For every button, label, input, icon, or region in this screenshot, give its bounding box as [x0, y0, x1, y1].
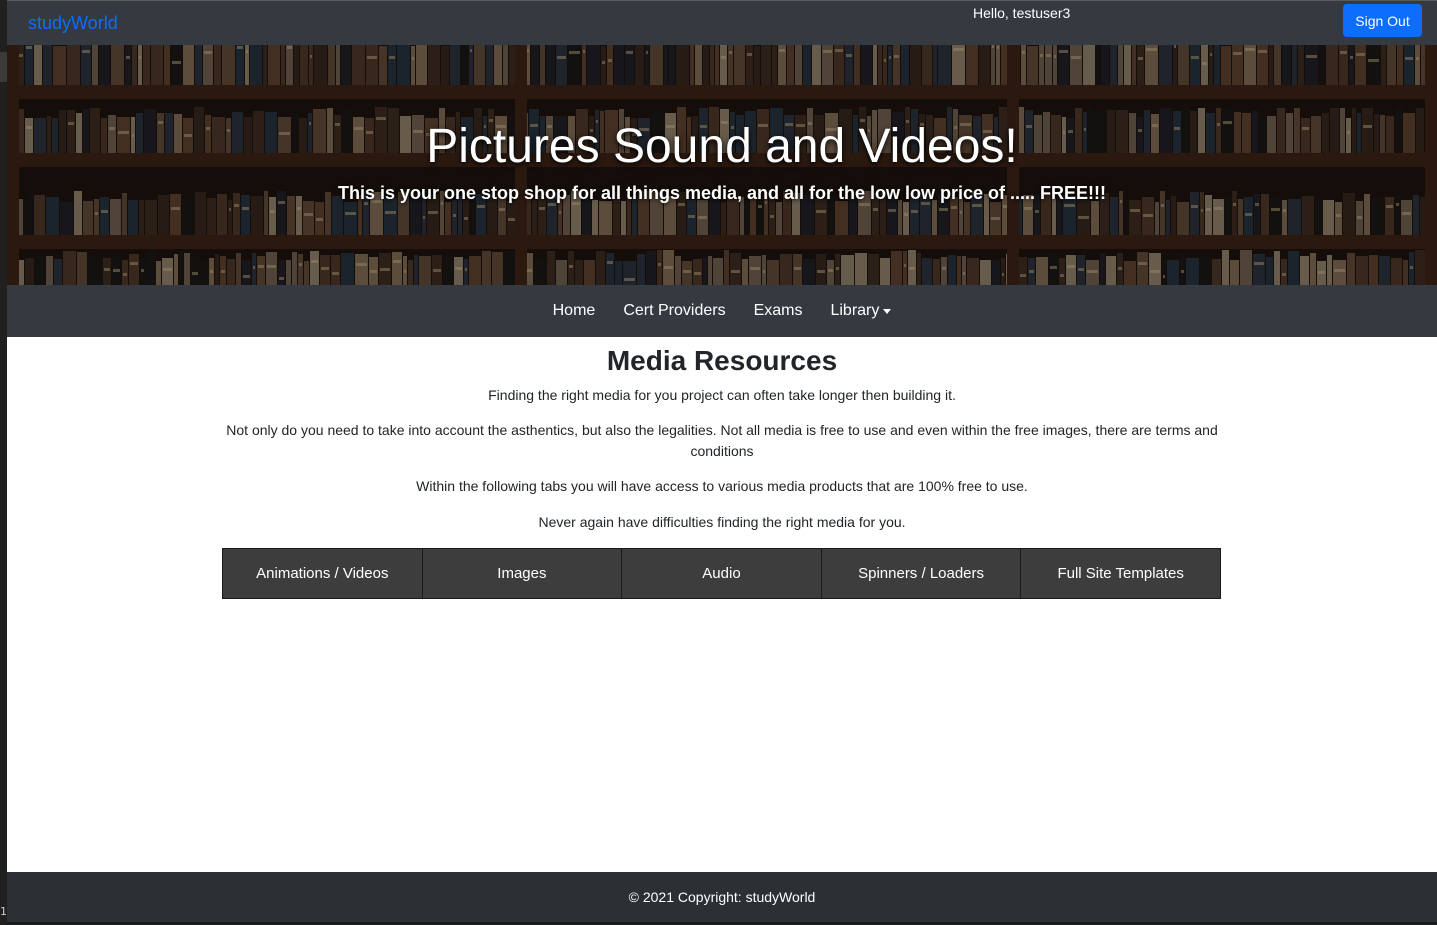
nav-exams[interactable]: Exams	[740, 302, 817, 320]
brand-link[interactable]: studyWorld	[28, 13, 118, 34]
tab-animations-videos[interactable]: Animations / Videos	[223, 549, 423, 598]
copyright-text: © 2021 Copyright: studyWorld	[628, 889, 816, 905]
hero-banner: Pictures Sound and Videos! This is your …	[7, 45, 1437, 285]
tab-audio[interactable]: Audio	[622, 549, 822, 598]
tab-spinners-loaders[interactable]: Spinners / Loaders	[821, 549, 1022, 598]
nav-home-label: Home	[552, 302, 596, 319]
footer: © 2021 Copyright: studyWorld	[7, 872, 1437, 922]
main-nav: Home Cert Providers Exams Library	[7, 285, 1437, 337]
intro-paragraph-2: Not only do you need to take into accoun…	[226, 422, 1218, 459]
nav-library-dropdown[interactable]: Library	[816, 302, 905, 320]
tab-images[interactable]: Images	[422, 549, 623, 598]
nav-home[interactable]: Home	[539, 302, 610, 320]
intro-paragraph-4: Never again have difficulties finding th…	[538, 514, 906, 530]
nav-library-label: Library	[830, 302, 880, 319]
caret-down-icon	[883, 308, 892, 314]
sign-out-button[interactable]: Sign Out	[1343, 4, 1422, 37]
main-content: Media Resources Finding the right media …	[7, 337, 1437, 872]
nav-exams-label: Exams	[753, 302, 803, 319]
nav-cert-providers[interactable]: Cert Providers	[609, 302, 739, 320]
user-greeting: Hello, testuser3	[973, 5, 1071, 21]
hero-title: Pictures Sound and Videos!	[426, 120, 1018, 173]
tab-full-site-templates[interactable]: Full Site Templates	[1021, 549, 1220, 598]
top-navbar: studyWorld Hello, testuser3 Sign Out	[7, 0, 1437, 45]
line-number: 1	[0, 905, 7, 918]
page: studyWorld Hello, testuser3 Sign Out Pic…	[7, 0, 1437, 925]
intro-paragraph-1: Finding the right media for you project …	[488, 387, 956, 403]
hero-subtitle: This is your one stop shop for all thing…	[337, 183, 1107, 203]
nav-cert-providers-label: Cert Providers	[623, 302, 726, 319]
gutter-marker	[0, 52, 7, 82]
intro-paragraph-3: Within the following tabs you will have …	[416, 478, 1028, 494]
media-tabs: Animations / Videos Images Audio Spinner…	[222, 548, 1221, 599]
page-heading: Media Resources	[606, 345, 838, 376]
editor-gutter: 1	[0, 0, 7, 925]
